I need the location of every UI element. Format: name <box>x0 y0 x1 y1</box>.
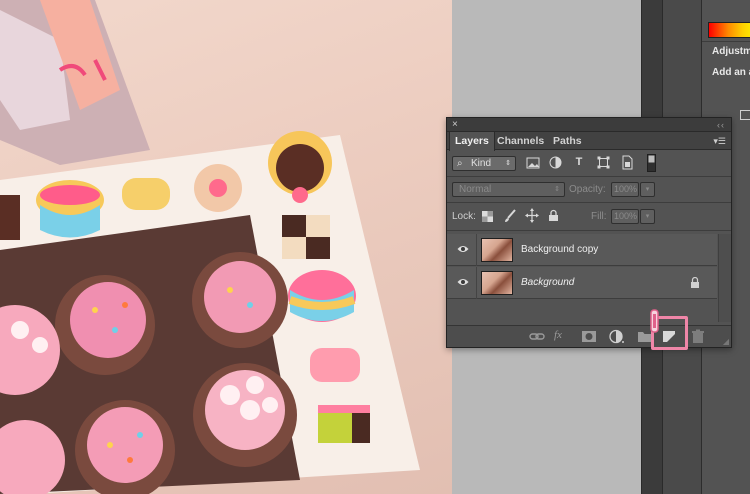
lock-label: Lock: <box>452 211 476 222</box>
new-adjustment-layer-icon[interactable] <box>609 329 625 344</box>
panel-tabs: Layers Channels Paths ▾☰ <box>447 132 731 151</box>
close-icon[interactable]: × <box>452 118 458 132</box>
color-ramp[interactable] <box>708 22 750 38</box>
chevron-updown-icon: ⇕ <box>505 160 511 167</box>
lock-image-brush-icon[interactable] <box>503 209 517 223</box>
layers-footer-toolbar: fx ◢ <box>447 325 731 347</box>
tab-paths[interactable]: Paths <box>548 132 587 150</box>
filter-row: ⌕ Kind ⇕ T <box>447 150 731 177</box>
lock-icon <box>691 277 699 288</box>
layer-name[interactable]: Background copy <box>521 234 598 266</box>
opacity-label: Opacity: <box>569 184 606 195</box>
fx-layer-style-icon[interactable]: fx <box>554 329 570 344</box>
divider <box>476 267 477 299</box>
layer-thumbnail <box>481 238 513 262</box>
divider <box>702 41 750 42</box>
filter-kind-select[interactable]: ⌕ Kind ⇕ <box>452 156 516 171</box>
chevron-updown-icon: ⇕ <box>554 186 560 193</box>
eye-icon[interactable] <box>457 276 469 288</box>
panel-titlebar[interactable]: × ‹‹ <box>447 118 731 132</box>
fill-input[interactable]: 100% <box>611 209 639 224</box>
link-layers-icon[interactable] <box>529 329 545 344</box>
document-canvas[interactable] <box>0 0 452 494</box>
blend-mode-select[interactable]: Normal ⇕ <box>452 182 565 197</box>
collapse-icon[interactable]: ‹‹ <box>717 118 725 132</box>
pointer-marker-icon <box>650 309 659 333</box>
add-adjustment-label: Add an a <box>712 67 750 78</box>
opacity-dropdown-icon[interactable]: ▾ <box>640 182 655 197</box>
layer-thumbnail <box>481 271 513 295</box>
type-filter-icon[interactable]: T <box>572 155 586 169</box>
blend-mode-value: Normal <box>459 184 492 195</box>
layers-panel: × ‹‹ Layers Channels Paths ▾☰ ⌕ Kind ⇕ T… <box>446 117 732 348</box>
blend-row: Normal ⇕ Opacity: 100% ▾ <box>447 177 731 203</box>
layer-row-background[interactable]: Background <box>447 267 717 299</box>
lock-position-move-icon[interactable] <box>525 208 539 223</box>
shape-filter-icon[interactable] <box>597 156 610 169</box>
image-filter-icon[interactable] <box>526 157 540 169</box>
cupcake-box-photo <box>0 0 420 494</box>
adjustments-title: Adjustm <box>712 46 750 57</box>
lock-row: Lock: Fill: 100% ▾ <box>447 203 731 231</box>
resize-grip-icon[interactable]: ◢ <box>723 337 729 346</box>
lock-transparency-icon[interactable] <box>482 211 493 222</box>
panel-menu-icon[interactable]: ▾☰ <box>713 132 726 150</box>
lock-all-icon[interactable] <box>548 209 559 222</box>
opacity-input[interactable]: 100% <box>611 182 639 197</box>
eye-icon[interactable] <box>457 243 469 255</box>
layers-scrollbar[interactable] <box>718 234 731 322</box>
adjustment-filter-icon[interactable] <box>549 156 562 169</box>
tab-channels[interactable]: Channels <box>492 132 549 150</box>
add-mask-icon[interactable] <box>581 329 597 344</box>
delete-layer-trash-icon[interactable] <box>690 329 706 344</box>
tab-layers[interactable]: Layers <box>449 132 495 151</box>
adjustment-icon[interactable] <box>740 110 750 120</box>
filter-kind-label: Kind <box>471 158 492 169</box>
fill-dropdown-icon[interactable]: ▾ <box>640 209 655 224</box>
layer-row-background-copy[interactable]: Background copy <box>447 234 717 266</box>
divider <box>476 234 477 266</box>
smart-object-filter-icon[interactable] <box>621 155 634 170</box>
filter-toggle-switch[interactable] <box>647 154 656 172</box>
search-icon: ⌕ <box>457 158 463 169</box>
fill-label: Fill: <box>591 211 607 222</box>
layer-name[interactable]: Background <box>521 267 574 299</box>
